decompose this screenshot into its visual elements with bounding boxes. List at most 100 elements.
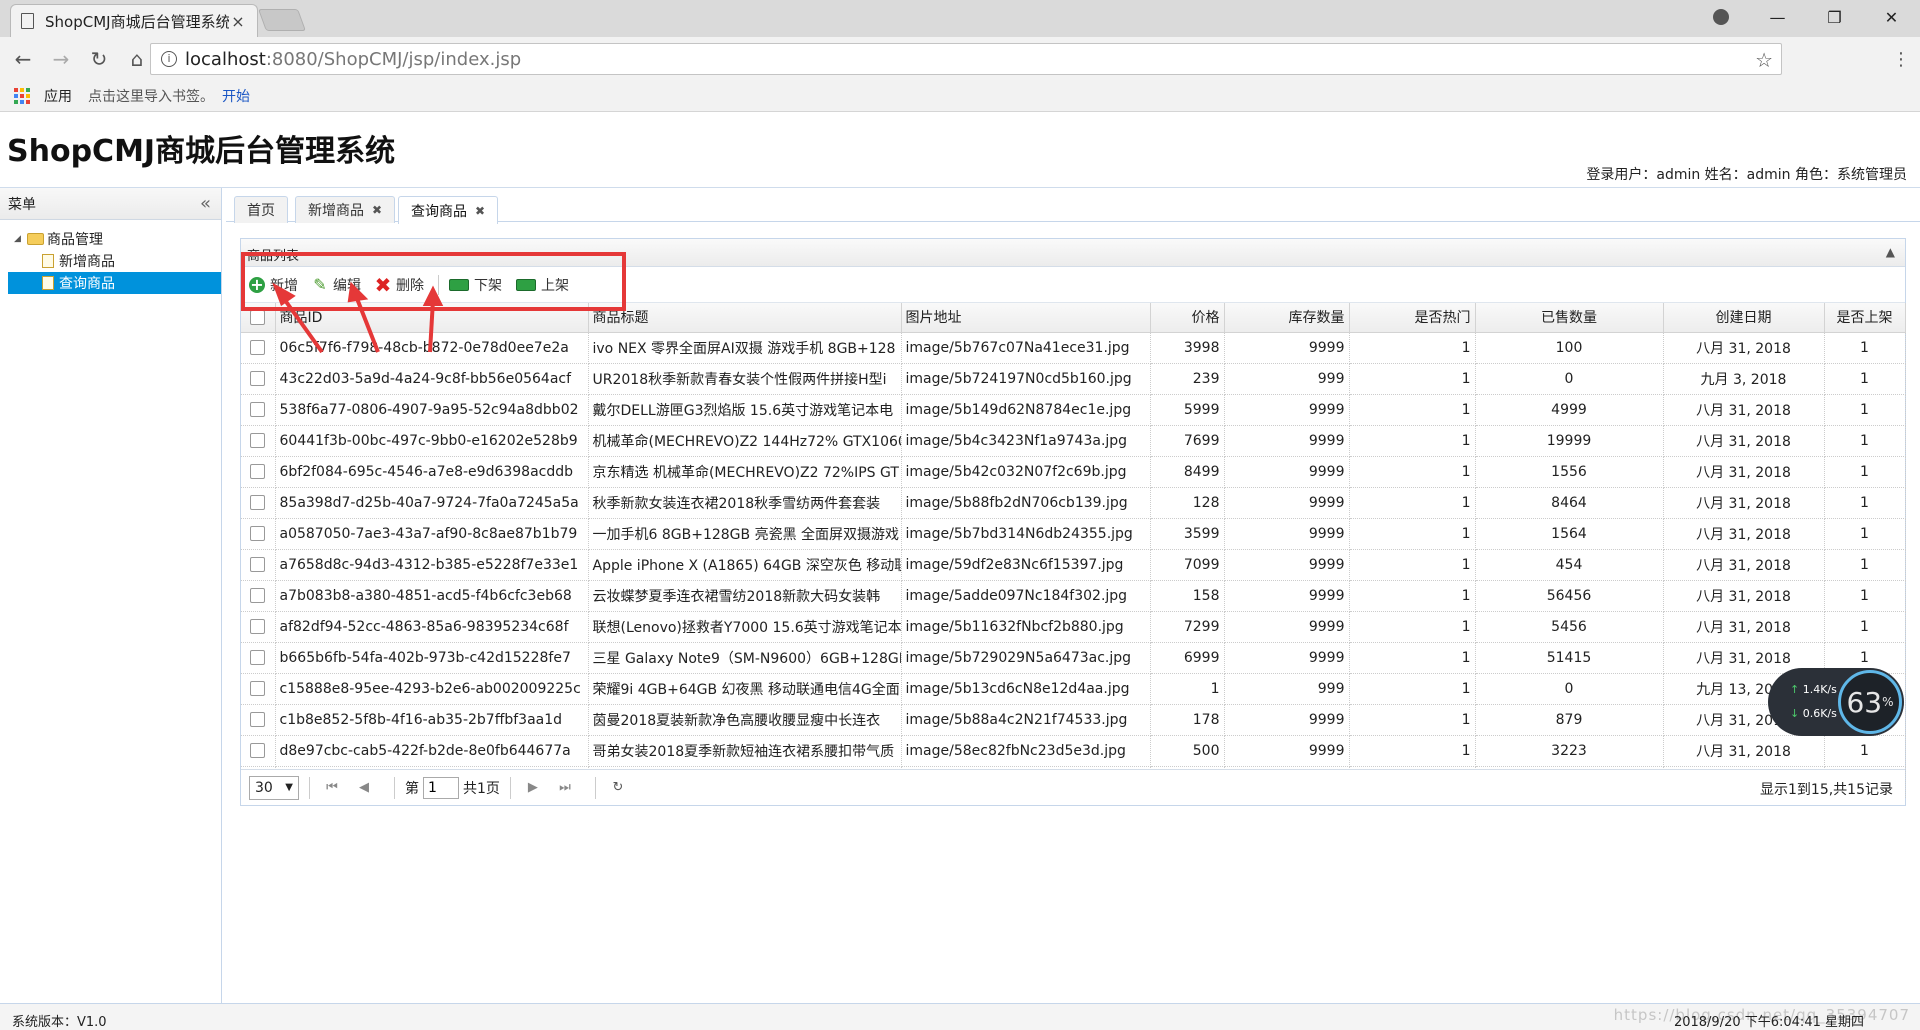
back-icon[interactable]: ← bbox=[8, 44, 38, 74]
checkbox[interactable] bbox=[250, 309, 266, 325]
take-down-button[interactable]: 下架 bbox=[449, 275, 502, 295]
page-number-input[interactable] bbox=[423, 776, 459, 799]
column-header[interactable]: 是否热门 bbox=[1349, 303, 1476, 333]
close-tab-icon[interactable]: ✖ bbox=[372, 203, 382, 217]
column-header[interactable]: 价格 bbox=[1150, 303, 1225, 333]
column-header[interactable]: 已售数量 bbox=[1475, 303, 1664, 333]
browser-tab[interactable]: ShopCMJ商城后台管理系统 × bbox=[10, 4, 258, 37]
checkbox[interactable] bbox=[250, 712, 266, 727]
edit-button[interactable]: ✎ 编辑 bbox=[312, 275, 361, 295]
row-checkbox-cell[interactable] bbox=[241, 518, 276, 550]
close-tab-icon[interactable]: ✖ bbox=[475, 204, 485, 218]
expand-arrow-icon[interactable]: ◢ bbox=[14, 234, 24, 244]
panel-collapse-icon[interactable]: ▲ bbox=[1886, 245, 1895, 259]
checkbox[interactable] bbox=[250, 526, 266, 541]
reload-icon[interactable]: ↻ bbox=[84, 44, 114, 74]
column-header[interactable]: 图片地址 bbox=[901, 303, 1151, 333]
put-up-button[interactable]: 上架 bbox=[516, 275, 569, 295]
row-checkbox-cell[interactable] bbox=[241, 363, 276, 395]
add-button[interactable]: + 新增 bbox=[249, 275, 298, 295]
table-row[interactable]: c1b8e852-5f8b-4f16-ab35-2b7ffbf3aa1d 茵曼20… bbox=[241, 704, 1906, 736]
table-cell: 八月 31, 2018 bbox=[1663, 332, 1825, 364]
tree-item-query-product[interactable]: 查询商品 bbox=[8, 272, 221, 294]
checkbox[interactable] bbox=[250, 371, 266, 386]
apps-grid-icon[interactable] bbox=[14, 88, 30, 104]
checkbox[interactable] bbox=[250, 681, 266, 696]
last-page-icon[interactable]: ⏭ bbox=[553, 780, 577, 795]
table-row[interactable]: 85a398d7-d25b-40a7-9724-7fa0a7245a5a 秋季新款… bbox=[241, 487, 1906, 519]
row-checkbox-cell[interactable] bbox=[241, 549, 276, 581]
bookmark-star-icon[interactable]: ☆ bbox=[1755, 48, 1773, 72]
checkbox[interactable] bbox=[250, 650, 266, 665]
row-checkbox-cell[interactable] bbox=[241, 611, 276, 643]
refresh-icon[interactable]: ↻ bbox=[606, 780, 630, 795]
checkbox[interactable] bbox=[250, 340, 266, 355]
close-window-icon[interactable]: ✕ bbox=[1863, 0, 1920, 34]
table-row[interactable]: 60441f3b-00bc-497c-9bb0-e16202e528b9 机械革命… bbox=[241, 425, 1906, 457]
table-row[interactable]: af82df94-52cc-4863-85a6-98395234c68f 联想(L… bbox=[241, 611, 1906, 643]
info-icon[interactable]: i bbox=[161, 51, 177, 67]
collapse-sidebar-icon[interactable]: « bbox=[200, 193, 211, 214]
next-page-icon[interactable]: ▶ bbox=[521, 780, 545, 795]
checkbox[interactable] bbox=[250, 588, 266, 603]
column-header[interactable]: 商品ID bbox=[275, 303, 589, 333]
clock-text: 2018/9/20 下午6:04:41 星期四 bbox=[1673, 1015, 1864, 1030]
delete-button[interactable]: ✖ 删除 bbox=[375, 273, 424, 297]
table-row[interactable]: d8e97cbc-cab5-422f-b2de-8e0fb644677a 哥弟女装… bbox=[241, 735, 1906, 767]
row-checkbox-cell[interactable] bbox=[241, 456, 276, 488]
prev-page-icon[interactable]: ◀ bbox=[352, 780, 376, 795]
network-speed-widget[interactable]: ↑ 1.4K/s ↓ 0.6K/s 63% bbox=[1768, 668, 1904, 736]
checkbox[interactable] bbox=[250, 433, 266, 448]
table-row[interactable]: a0587050-7ae3-43a7-af90-8c8ae87b1b79 一加手机… bbox=[241, 518, 1906, 550]
row-checkbox-cell[interactable] bbox=[241, 332, 276, 364]
table-row[interactable]: a7658d8c-94d3-4312-b385-e5228f7e33e1 Appl… bbox=[241, 549, 1906, 581]
tree-item-add-product[interactable]: 新增商品 bbox=[0, 250, 221, 272]
column-header[interactable]: 是否上架 bbox=[1824, 303, 1906, 333]
row-checkbox-cell[interactable] bbox=[241, 580, 276, 612]
table-row[interactable]: 538f6a77-0806-4907-9a95-52c94a8dbb02 戴尔DE… bbox=[241, 394, 1906, 426]
row-checkbox-cell[interactable] bbox=[241, 394, 276, 426]
browser-menu-icon[interactable]: ⋮ bbox=[1892, 49, 1910, 70]
checkbox[interactable] bbox=[250, 402, 266, 417]
profile-icon[interactable] bbox=[1713, 9, 1729, 25]
row-checkbox-cell[interactable] bbox=[241, 673, 276, 705]
table-cell: 秋季新款女装连衣裙2018秋季雪纺两件套套装 bbox=[588, 487, 902, 519]
column-header[interactable]: 商品标题 bbox=[588, 303, 902, 333]
sidebar-header: 菜单 « bbox=[0, 188, 221, 220]
table-row[interactable]: 6bf2f084-695c-4546-a7e8-e9d6398acddb 京东精选… bbox=[241, 456, 1906, 488]
row-checkbox-cell[interactable] bbox=[241, 704, 276, 736]
close-tab-icon[interactable]: × bbox=[229, 12, 247, 31]
row-checkbox-cell[interactable] bbox=[241, 735, 276, 767]
forward-icon[interactable]: → bbox=[46, 44, 76, 74]
column-header[interactable]: 创建日期 bbox=[1663, 303, 1825, 333]
table-row[interactable]: c15888e8-95ee-4293-b2e6-ab002009225c 荣耀9i… bbox=[241, 673, 1906, 705]
checkbox[interactable] bbox=[250, 743, 266, 758]
address-bar[interactable]: i localhost:8080/ShopCMJ/jsp/index.jsp ☆ bbox=[150, 43, 1782, 75]
first-page-icon[interactable]: ⏮ bbox=[320, 780, 344, 795]
tab-home[interactable]: 首页 bbox=[234, 196, 288, 223]
tab-query-product[interactable]: 查询商品 ✖ bbox=[398, 196, 499, 224]
bookmark-start-link[interactable]: 开始 bbox=[222, 86, 250, 106]
column-header[interactable]: 库存数量 bbox=[1224, 303, 1350, 333]
checkbox[interactable] bbox=[250, 495, 266, 510]
table-row[interactable]: b665b6fb-54fa-402b-973b-c42d15228fe7 三星 G… bbox=[241, 642, 1906, 674]
checkbox[interactable] bbox=[250, 619, 266, 634]
row-checkbox-cell[interactable] bbox=[241, 642, 276, 674]
table-row[interactable]: a7b083b8-a380-4851-acd5-f4b6cfc3eb68 云妆蝶梦… bbox=[241, 580, 1906, 612]
home-icon[interactable]: ⌂ bbox=[122, 44, 152, 74]
table-row[interactable]: 43c22d03-5a9d-4a24-9c8f-bb56e0564acf UR20… bbox=[241, 363, 1906, 395]
tree-group-product[interactable]: ◢ 商品管理 bbox=[0, 228, 221, 250]
checkbox[interactable] bbox=[250, 557, 266, 572]
tab-add-product[interactable]: 新增商品 ✖ bbox=[295, 196, 396, 223]
restore-icon[interactable]: ❐ bbox=[1806, 0, 1863, 34]
page-size-select[interactable]: 30 ▼ bbox=[249, 775, 299, 800]
minimize-icon[interactable]: — bbox=[1749, 0, 1806, 34]
select-all-checkbox[interactable] bbox=[241, 303, 276, 333]
table-row[interactable]: 06c5f7f6-f798-48cb-b872-0e78d0ee7e2a ivo … bbox=[241, 332, 1906, 364]
checkbox[interactable] bbox=[250, 464, 266, 479]
new-tab-button[interactable] bbox=[257, 9, 307, 31]
row-checkbox-cell[interactable] bbox=[241, 487, 276, 519]
row-checkbox-cell[interactable] bbox=[241, 425, 276, 457]
bookmark-apps[interactable]: 应用 bbox=[44, 86, 72, 106]
browser-tabstrip: ShopCMJ商城后台管理系统 × — ❐ ✕ bbox=[0, 0, 1920, 37]
